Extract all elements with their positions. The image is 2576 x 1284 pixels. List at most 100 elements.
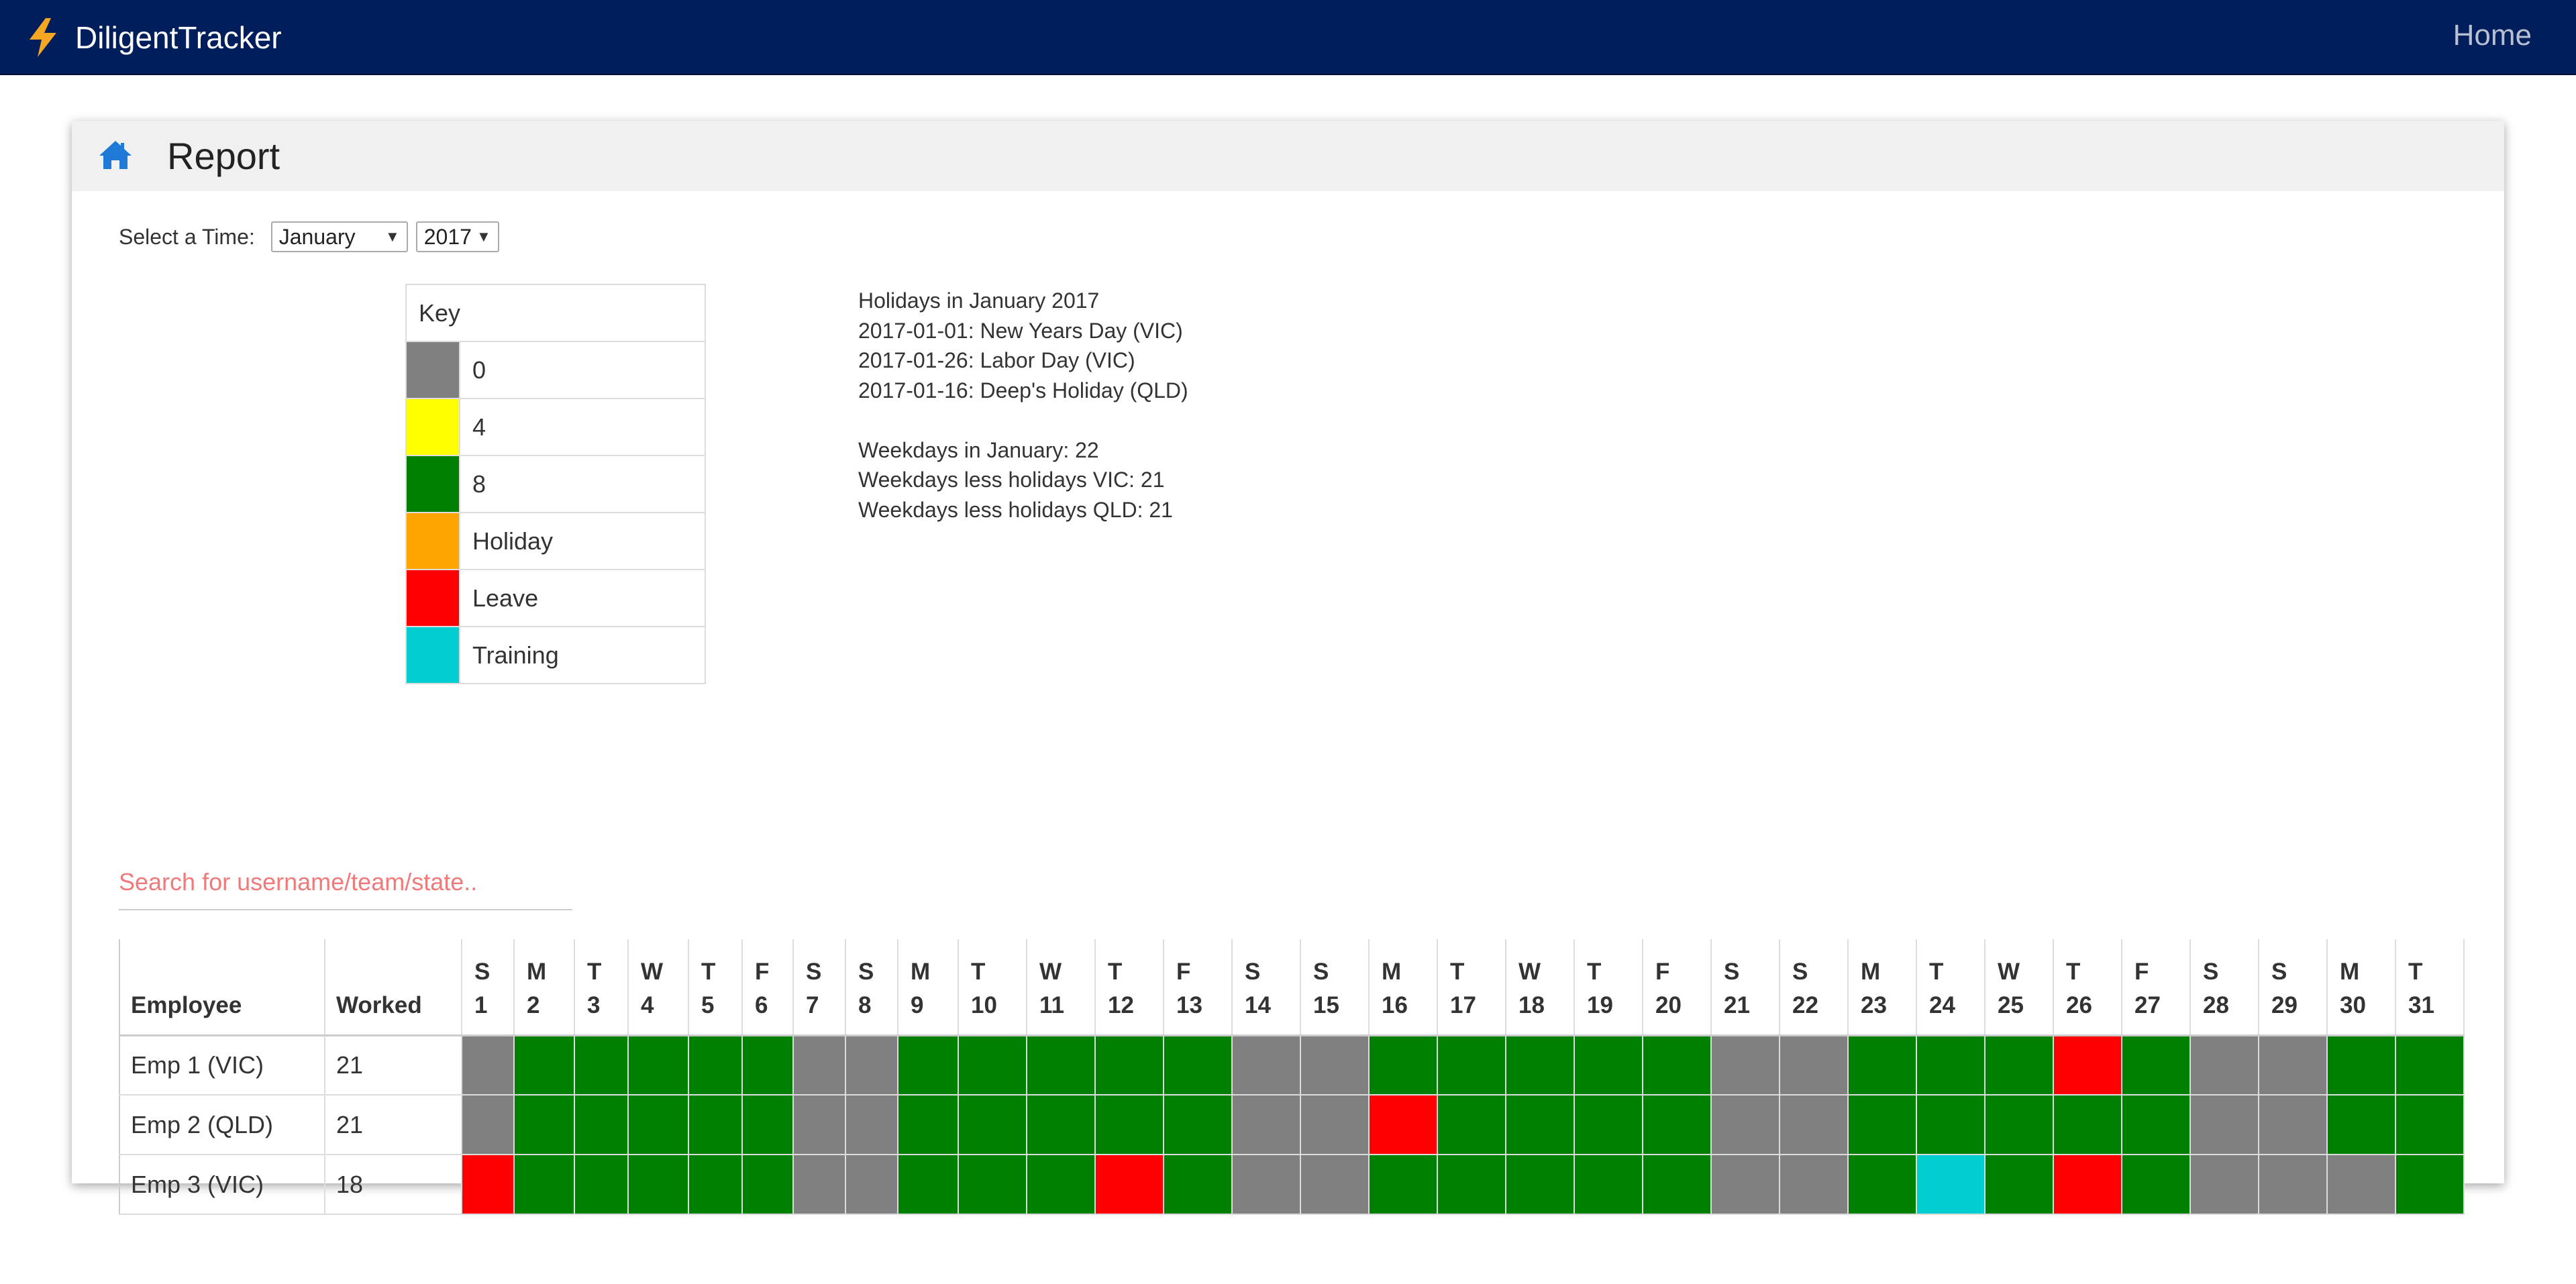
day-cell[interactable] (1505, 1094, 1575, 1155)
day-cell[interactable] (513, 1094, 575, 1155)
day-cell[interactable] (958, 1034, 1027, 1095)
day-cell[interactable] (958, 1154, 1027, 1215)
day-cell[interactable] (1437, 1094, 1506, 1155)
day-cell[interactable] (461, 1154, 515, 1215)
day-cell[interactable] (741, 1094, 794, 1155)
day-cell[interactable] (1779, 1094, 1849, 1155)
day-cell[interactable] (461, 1094, 515, 1155)
day-cell[interactable] (2189, 1034, 2259, 1095)
day-cell[interactable] (1779, 1034, 1849, 1095)
day-cell[interactable] (1574, 1154, 1643, 1215)
day-cell[interactable] (2258, 1034, 2328, 1095)
day-cell[interactable] (1847, 1034, 1917, 1095)
day-cell[interactable] (2053, 1154, 2122, 1215)
day-cell[interactable] (1231, 1094, 1301, 1155)
day-cell[interactable] (845, 1034, 898, 1095)
day-cell[interactable] (1642, 1094, 1712, 1155)
day-cell[interactable] (1847, 1154, 1917, 1215)
day-cell[interactable] (1300, 1094, 1370, 1155)
day-cell[interactable] (1368, 1034, 1438, 1095)
day-cell[interactable] (1437, 1034, 1506, 1095)
day-cell[interactable] (2326, 1034, 2396, 1095)
day-cell[interactable] (627, 1154, 689, 1215)
day-cell[interactable] (574, 1154, 629, 1215)
day-cell[interactable] (2395, 1034, 2465, 1095)
column-header-employee[interactable]: Employee (119, 939, 325, 1036)
day-cell[interactable] (574, 1034, 629, 1095)
day-cell[interactable] (1710, 1034, 1780, 1095)
day-cell[interactable] (897, 1034, 959, 1095)
day-cell[interactable] (688, 1034, 743, 1095)
day-cell[interactable] (1574, 1034, 1643, 1095)
day-cell[interactable] (897, 1154, 959, 1215)
day-cell[interactable] (1368, 1154, 1438, 1215)
month-select[interactable]: January ▼ (270, 221, 408, 252)
day-cell[interactable] (741, 1154, 794, 1215)
day-cell[interactable] (1094, 1094, 1164, 1155)
day-cell[interactable] (688, 1154, 743, 1215)
day-cell[interactable] (513, 1034, 575, 1095)
day-cell[interactable] (2189, 1094, 2259, 1155)
day-cell[interactable] (1984, 1154, 2054, 1215)
day-cell[interactable] (1094, 1154, 1164, 1215)
day-cell[interactable] (741, 1034, 794, 1095)
day-cell[interactable] (1231, 1034, 1301, 1095)
day-cell[interactable] (2326, 1154, 2396, 1215)
day-cell[interactable] (2395, 1154, 2465, 1215)
day-cell[interactable] (2121, 1034, 2191, 1095)
brand[interactable]: DiligentTracker (27, 16, 282, 59)
search-input[interactable] (119, 855, 572, 910)
day-cell[interactable] (1094, 1034, 1164, 1095)
year-select[interactable]: 2017 ▼ (415, 221, 499, 252)
day-cell[interactable] (574, 1094, 629, 1155)
day-cell[interactable] (461, 1034, 515, 1095)
day-cell[interactable] (688, 1094, 743, 1155)
day-cell[interactable] (1026, 1094, 1096, 1155)
day-cell[interactable] (958, 1094, 1027, 1155)
day-cell[interactable] (2053, 1034, 2122, 1095)
day-cell[interactable] (792, 1154, 846, 1215)
day-cell[interactable] (2121, 1154, 2191, 1215)
day-cell[interactable] (1916, 1094, 1986, 1155)
day-cell[interactable] (1847, 1094, 1917, 1155)
day-cell[interactable] (513, 1154, 575, 1215)
column-header-worked[interactable]: Worked (325, 939, 462, 1036)
day-cell[interactable] (1710, 1154, 1780, 1215)
day-cell[interactable] (2395, 1094, 2465, 1155)
day-cell[interactable] (1916, 1154, 1986, 1215)
day-cell[interactable] (897, 1094, 959, 1155)
day-cell[interactable] (2189, 1154, 2259, 1215)
day-cell[interactable] (792, 1094, 846, 1155)
day-cell[interactable] (1916, 1034, 1986, 1095)
day-cell[interactable] (1984, 1034, 2054, 1095)
day-cell[interactable] (1574, 1094, 1643, 1155)
day-cell[interactable] (1505, 1034, 1575, 1095)
nav-home-link[interactable]: Home (2453, 19, 2532, 52)
day-cell[interactable] (1437, 1154, 1506, 1215)
day-cell[interactable] (1163, 1094, 1233, 1155)
day-cell[interactable] (1026, 1154, 1096, 1215)
day-cell[interactable] (1231, 1154, 1301, 1215)
day-cell[interactable] (1984, 1094, 2054, 1155)
day-cell[interactable] (627, 1094, 689, 1155)
day-cell[interactable] (1163, 1154, 1233, 1215)
day-cell[interactable] (1026, 1034, 1096, 1095)
day-cell[interactable] (1368, 1094, 1438, 1155)
day-cell[interactable] (845, 1094, 898, 1155)
day-cell[interactable] (2053, 1094, 2122, 1155)
day-cell[interactable] (627, 1034, 689, 1095)
day-cell[interactable] (1300, 1034, 1370, 1095)
day-cell[interactable] (1710, 1094, 1780, 1155)
day-cell[interactable] (2258, 1094, 2328, 1155)
day-cell[interactable] (845, 1154, 898, 1215)
day-cell[interactable] (2258, 1154, 2328, 1215)
day-cell[interactable] (1505, 1154, 1575, 1215)
day-cell[interactable] (792, 1034, 846, 1095)
day-cell[interactable] (1779, 1154, 1849, 1215)
day-cell[interactable] (2326, 1094, 2396, 1155)
day-cell[interactable] (1300, 1154, 1370, 1215)
day-cell[interactable] (1163, 1034, 1233, 1095)
home-icon[interactable] (99, 140, 132, 170)
day-cell[interactable] (1642, 1154, 1712, 1215)
day-cell[interactable] (2121, 1094, 2191, 1155)
